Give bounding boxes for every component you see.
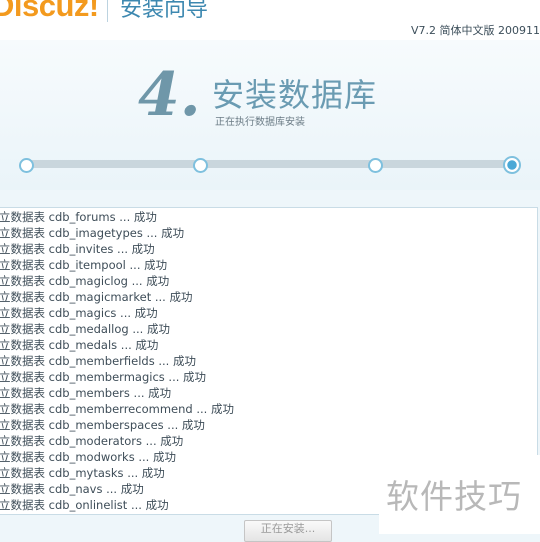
header-bar: Discuz! 安装向导 V7.2 简体中文版 200911 [0,0,540,41]
progress-step [192,157,208,173]
step-subtitle: 正在执行数据库安装 [215,117,305,128]
progress-track [20,160,520,168]
log-line: 立数据表 cdb_magics ... 成功 [0,306,158,320]
log-line: 立数据表 cdb_navs ... 成功 [0,482,144,496]
log-line: 立数据表 cdb_memberrecommend ... 成功 [0,402,234,416]
progress-step [367,157,383,173]
watermark-text: 软件技巧 [386,477,522,516]
log-line: 立数据表 cdb_moderators ... 成功 [0,434,184,448]
wizard-title: 安装向导 [120,0,209,22]
discuz-logo: Discuz! [0,0,99,23]
log-line: 立数据表 cdb_members ... 成功 [0,386,172,400]
log-line: 立数据表 cdb_imagetypes ... 成功 [0,226,185,240]
log-line: 立数据表 cdb_onlinelist ... 成功 [0,498,169,512]
log-line: 立数据表 cdb_itempool ... 成功 [0,258,168,272]
installing-button[interactable]: 正在安装... [244,520,332,542]
log-line: 立数据表 cdb_membermagics ... 成功 [0,370,207,384]
log-line: 立数据表 cdb_memberfields ... 成功 [0,354,196,368]
log-line: 立数据表 cdb_memberspaces ... 成功 [0,418,205,432]
log-line: 立数据表 cdb_mytasks ... 成功 [0,466,165,480]
log-line: 立数据表 cdb_medals ... 成功 [0,338,159,352]
log-line: 立数据表 cdb_modworks ... 成功 [0,450,176,464]
progress-step-current [503,156,521,174]
progress-step [18,157,34,173]
log-line: 立数据表 cdb_medallog ... 成功 [0,322,170,336]
header-divider [107,0,108,22]
step-number: 4. [138,60,201,130]
step-title: 安装数据库 [212,76,378,114]
log-line: 立数据表 cdb_forums ... 成功 [0,210,157,224]
log-line: 立数据表 cdb_magiclog ... 成功 [0,274,170,288]
version-label: V7.2 简体中文版 200911 [410,24,540,37]
log-line: 立数据表 cdb_invites ... 成功 [0,242,155,256]
log-line: 立数据表 cdb_magicmarket ... 成功 [0,290,193,304]
